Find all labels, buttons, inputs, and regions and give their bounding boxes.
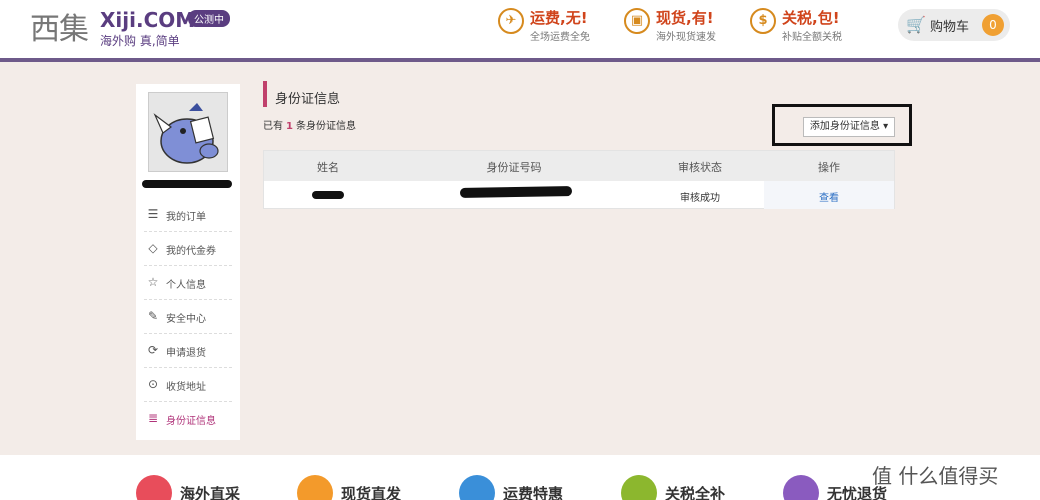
bag-icon bbox=[136, 475, 172, 500]
status-cell: 审核成功 bbox=[680, 193, 720, 204]
watermark: 值 什么值得买 bbox=[872, 464, 999, 488]
promo-subtitle: 海外现货速发 bbox=[656, 32, 716, 43]
id-info-table: 姓名 身份证号码 审核状态 操作 审核成功 查看 bbox=[263, 150, 895, 209]
cart-count-badge: 0 bbox=[982, 14, 1004, 36]
site-logo[interactable]: 西集 Xiji.COM 公测中 海外购 真,简单 bbox=[30, 6, 240, 48]
site-header: 西集 Xiji.COM 公测中 海外购 真,简单 ✈ 运费,无! 全场运费全免 … bbox=[0, 0, 1040, 62]
footer-feature-label: 海外直采 bbox=[180, 485, 241, 500]
dollar-tag-icon: $ bbox=[750, 8, 776, 34]
order-list-icon: ☰ bbox=[147, 207, 159, 221]
column-header-id-number: 身份证号码 bbox=[486, 161, 542, 174]
sidebar-item-label: 我的代金券 bbox=[166, 246, 216, 257]
gift-box-icon: ▣ bbox=[624, 8, 650, 34]
coupon-tag-icon: ◇ bbox=[148, 241, 158, 255]
star-icon: ☆ bbox=[147, 275, 159, 289]
promo-title: 关税,包! bbox=[782, 9, 840, 27]
cart-button[interactable]: 🛒 购物车 0 bbox=[898, 9, 1010, 41]
add-button-highlight: 添加身份证信息 ▾ bbox=[772, 104, 912, 146]
column-header-action: 操作 bbox=[818, 161, 840, 174]
account-sidebar: ☰ 我的订单 ◇ 我的代金券 ☆ 个人信息 ✎ 安全中心 ⟳ 申请退货 ⊙ 收货… bbox=[136, 84, 240, 440]
edit-icon: ✎ bbox=[147, 309, 159, 323]
id-card-icon: ≣ bbox=[147, 411, 159, 425]
sidebar-item-label: 收货地址 bbox=[166, 382, 206, 393]
sidebar-item-coupons[interactable]: ◇ 我的代金券 bbox=[144, 232, 232, 266]
column-header-status: 审核状态 bbox=[678, 161, 722, 174]
sidebar-item-label: 安全中心 bbox=[166, 314, 206, 325]
caret-down-icon: ▾ bbox=[883, 121, 889, 132]
beta-badge: 公测中 bbox=[188, 10, 230, 27]
return-icon bbox=[783, 475, 819, 500]
sidebar-item-label: 个人信息 bbox=[166, 280, 206, 291]
shopping-cart-icon: 🛒 bbox=[906, 15, 926, 34]
table-header: 姓名 身份证号码 审核状态 操作 bbox=[264, 151, 894, 181]
sidebar-item-id-info[interactable]: ≣ 身份证信息 bbox=[144, 402, 232, 436]
username-redacted bbox=[142, 180, 232, 188]
logo-english: Xiji.COM bbox=[100, 8, 196, 32]
count-value: 1 bbox=[286, 121, 293, 132]
refresh-icon: ⟳ bbox=[147, 343, 159, 357]
view-link[interactable]: 查看 bbox=[819, 189, 839, 204]
sidebar-item-profile[interactable]: ☆ 个人信息 bbox=[144, 266, 232, 300]
tax-icon bbox=[621, 475, 657, 500]
action-cell: 查看 bbox=[764, 181, 894, 209]
avatar[interactable] bbox=[148, 92, 228, 172]
promo-subtitle: 补贴全额关税 bbox=[782, 32, 842, 43]
logo-tagline: 海外购 真,简单 bbox=[100, 34, 180, 48]
title-accent-bar bbox=[263, 81, 267, 107]
count-suffix: 条身份证信息 bbox=[295, 121, 356, 132]
sidebar-item-returns[interactable]: ⟳ 申请退货 bbox=[144, 334, 232, 368]
id-number-redacted bbox=[459, 186, 573, 198]
sidebar-item-addresses[interactable]: ⊙ 收货地址 bbox=[144, 368, 232, 402]
promo-title: 现货,有! bbox=[656, 9, 714, 27]
sidebar-item-label: 身份证信息 bbox=[166, 416, 216, 427]
add-id-info-label: 添加身份证信息 bbox=[809, 121, 880, 132]
footer-feature-label: 现货直发 bbox=[341, 485, 402, 500]
location-pin-icon: ⊙ bbox=[147, 377, 159, 391]
column-header-name: 姓名 bbox=[317, 161, 339, 174]
id-count-text: 已有 1 条身份证信息 bbox=[263, 117, 356, 132]
logo-chinese: 西集 bbox=[30, 12, 89, 47]
sidebar-item-label: 我的订单 bbox=[166, 212, 206, 223]
rocket-icon bbox=[297, 475, 333, 500]
footer-feature-label: 关税全补 bbox=[665, 485, 726, 500]
table-row: 审核成功 查看 bbox=[264, 181, 894, 209]
truck-icon bbox=[459, 475, 495, 500]
page-title: 身份证信息 bbox=[275, 92, 341, 107]
footer-feature-label: 运费特惠 bbox=[503, 485, 564, 500]
cart-label: 购物车 bbox=[930, 20, 970, 35]
promo-title: 运费,无! bbox=[530, 9, 588, 27]
count-prefix: 已有 bbox=[263, 121, 283, 132]
name-redacted bbox=[312, 191, 344, 199]
plane-icon: ✈ bbox=[498, 8, 524, 34]
add-id-info-button[interactable]: 添加身份证信息 ▾ bbox=[803, 117, 895, 137]
sidebar-item-security[interactable]: ✎ 安全中心 bbox=[144, 300, 232, 334]
promo-subtitle: 全场运费全免 bbox=[530, 32, 590, 43]
sidebar-item-label: 申请退货 bbox=[166, 348, 206, 359]
sidebar-item-orders[interactable]: ☰ 我的订单 bbox=[144, 198, 232, 232]
